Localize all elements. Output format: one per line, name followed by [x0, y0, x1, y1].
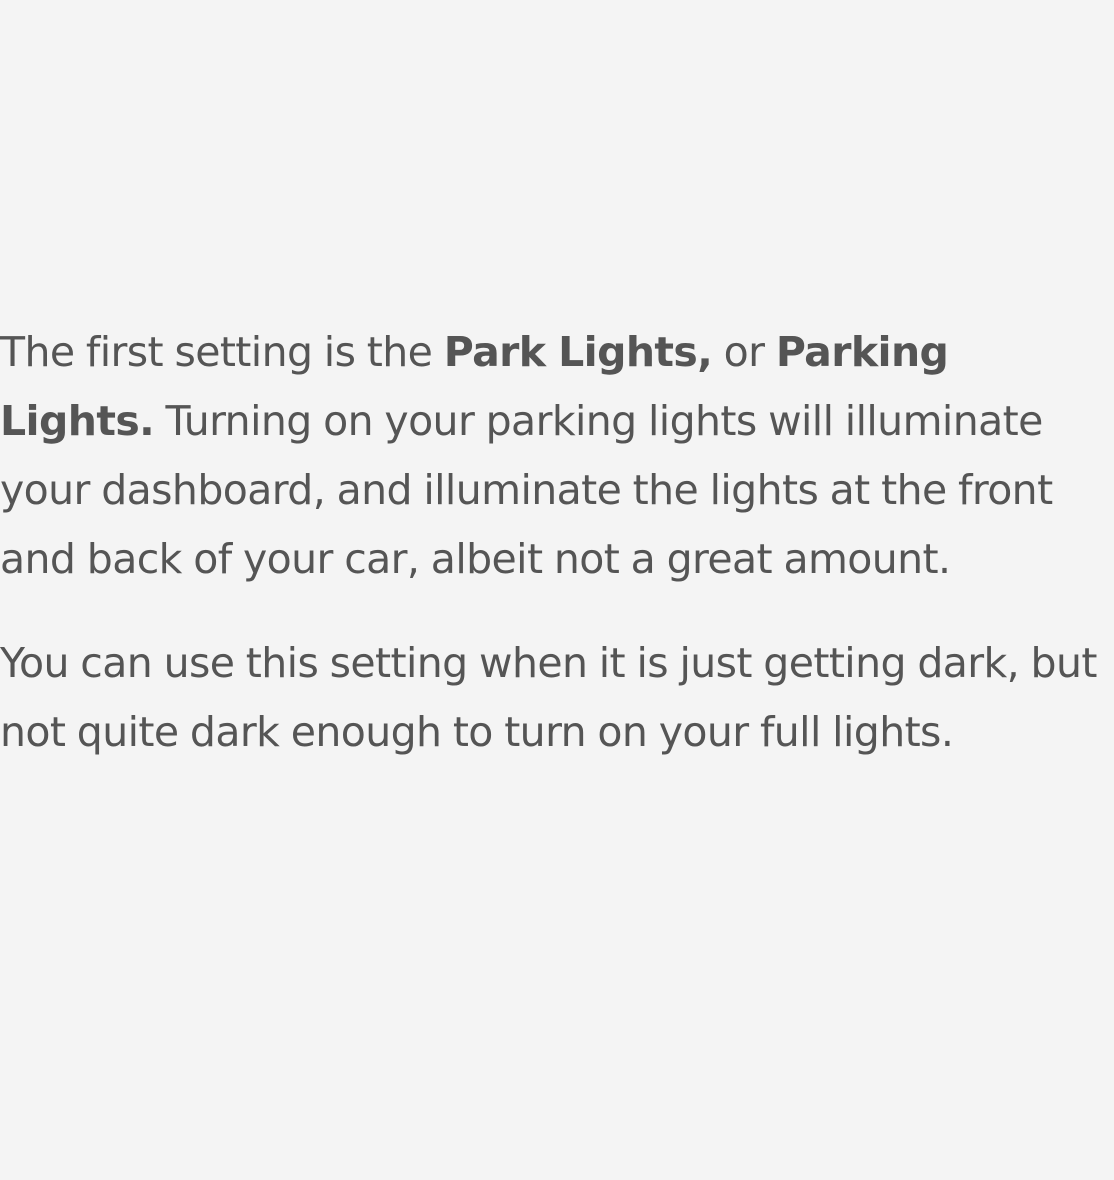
- paragraph-usage: You can use this setting when it is just…: [0, 639, 1097, 756]
- paragraph-park-lights: The first setting is the Park Lights, or…: [0, 318, 1112, 594]
- paragraph-1-rest: Turning on your parking lights will illu…: [0, 397, 1053, 583]
- paragraph-1-middle: or: [712, 328, 776, 376]
- paragraph-1-intro: The first setting is the: [0, 328, 444, 376]
- park-lights-term: Park Lights,: [443, 328, 713, 376]
- article-body: The first setting is the Park Lights, or…: [0, 318, 1112, 767]
